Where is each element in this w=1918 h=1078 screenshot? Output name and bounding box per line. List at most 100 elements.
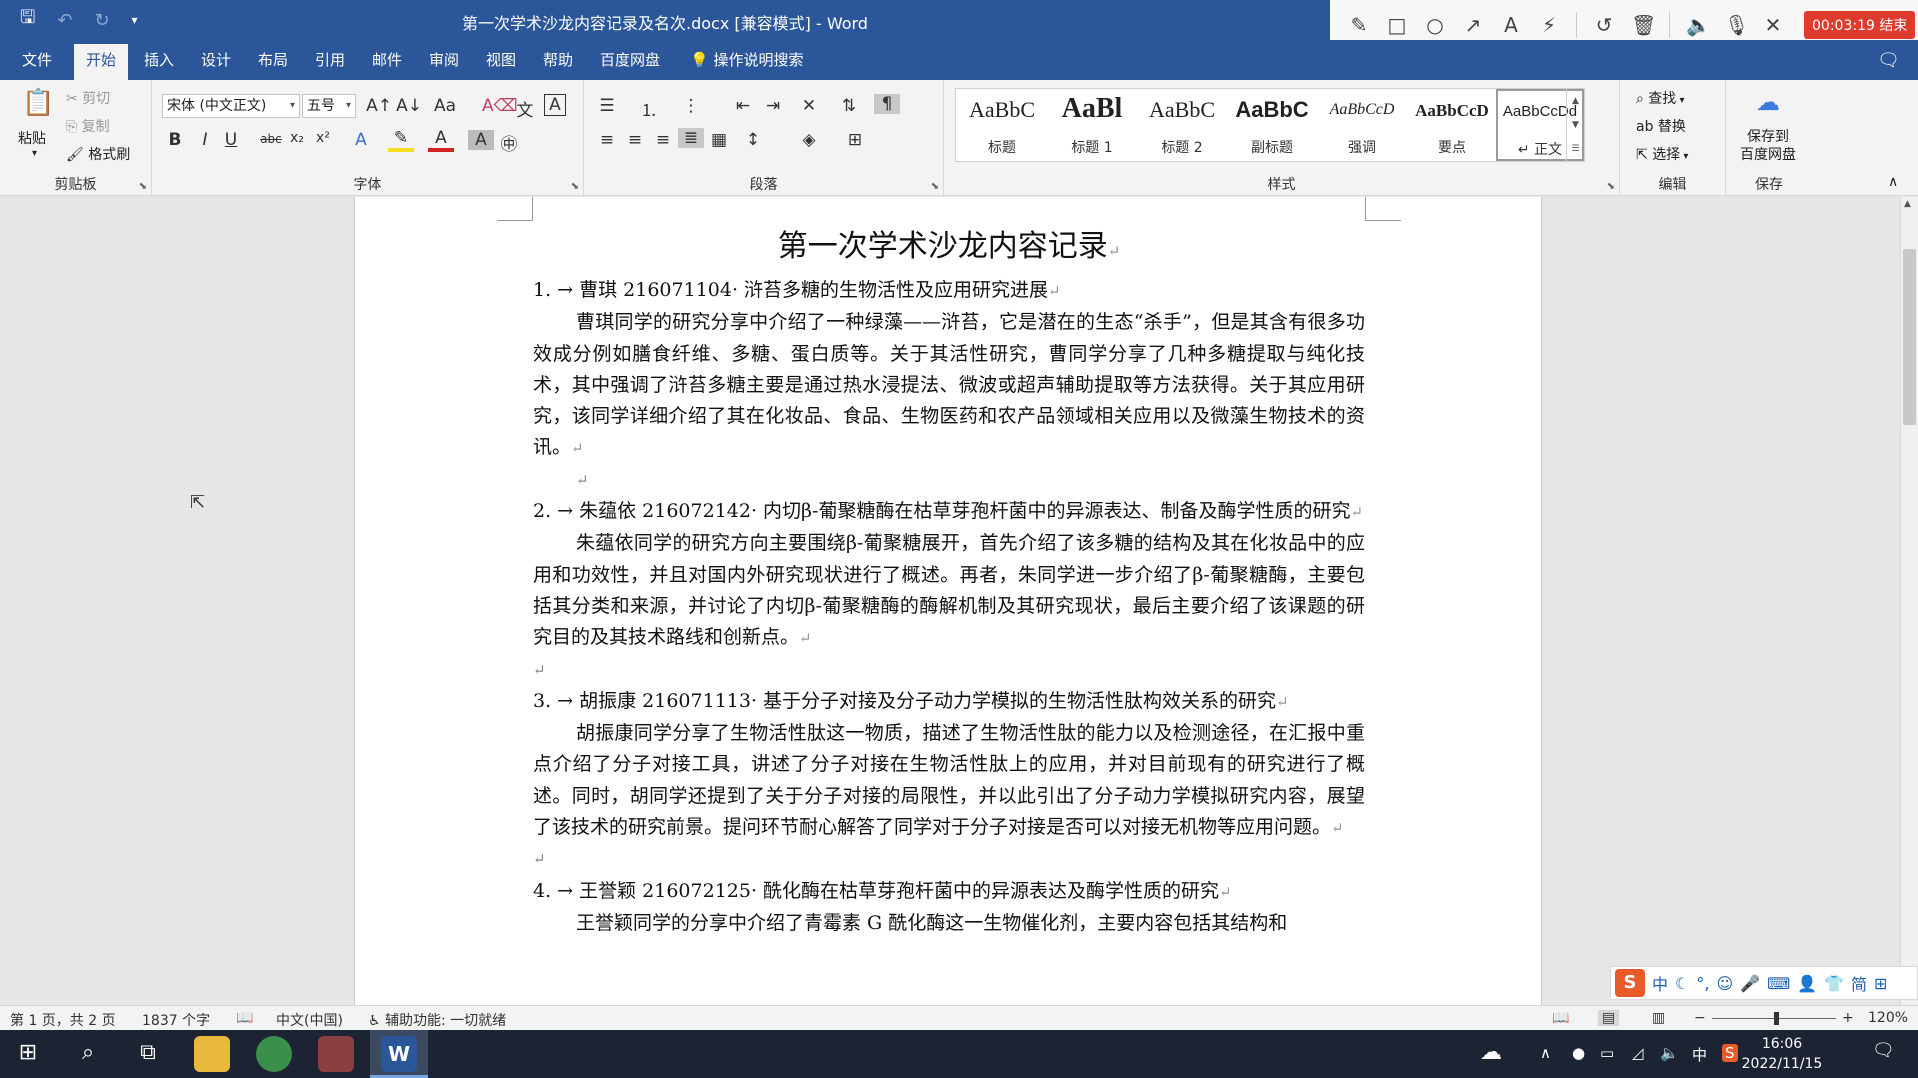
recording-timer-button[interactable]: 00:03:19 结束 — [1804, 10, 1916, 39]
print-layout-icon[interactable]: ▤ — [1598, 1010, 1620, 1026]
more-icon[interactable]: ☰ — [1567, 137, 1584, 161]
paste-button[interactable]: 粘贴 — [18, 128, 46, 148]
weather-icon[interactable]: ☁ — [1480, 1040, 1502, 1065]
trash-icon[interactable]: 🗑 — [1631, 13, 1656, 37]
battery-icon[interactable]: ▭ — [1600, 1044, 1614, 1062]
char-shading-icon[interactable]: A — [468, 130, 494, 150]
app-tray-icon[interactable]: ● — [1572, 1044, 1585, 1062]
font-color-icon[interactable]: A — [428, 128, 454, 152]
zoom-out-icon[interactable]: − — [1694, 1010, 1706, 1026]
microphone-icon[interactable]: 🎙 — [1724, 13, 1749, 37]
tab-view[interactable]: 视图 — [486, 40, 516, 80]
collapse-ribbon-icon[interactable]: ∧ — [1888, 174, 1898, 190]
bullets-icon[interactable]: ☰ — [594, 96, 620, 116]
superscript-button[interactable]: x² — [310, 130, 336, 146]
style-emphasis[interactable]: AaBbCcD 强调 — [1318, 89, 1406, 161]
format-painter-button[interactable]: 🖌 格式刷 — [66, 144, 130, 164]
sort-icon[interactable]: ⇅ — [836, 96, 862, 116]
line-spacing-icon[interactable]: ↕ — [740, 130, 766, 150]
notification-icon[interactable]: 🗨 — [1872, 1040, 1895, 1061]
browser-icon[interactable] — [256, 1036, 292, 1072]
grow-font-icon[interactable]: A↑ — [366, 96, 392, 116]
close-icon[interactable]: ✕ — [1762, 13, 1784, 37]
simplified-icon[interactable]: 简 — [1851, 971, 1867, 995]
task-view-icon[interactable]: ⧉ — [128, 1040, 168, 1065]
save-to-netdisk-button[interactable]: 保存到 百度网盘 — [1740, 128, 1796, 164]
emoji-icon[interactable]: ☺ — [1716, 974, 1733, 993]
cloud-icon[interactable]: ☁ — [1756, 88, 1780, 116]
numbering-icon[interactable]: ⒈ — [636, 96, 662, 121]
zoom-in-icon[interactable]: + — [1842, 1010, 1854, 1026]
show-marks-icon[interactable]: ¶ — [874, 94, 900, 114]
text-effects-icon[interactable]: A — [348, 130, 374, 150]
chevron-down-icon[interactable]: ▾ — [32, 148, 37, 159]
dialog-launcher-icon[interactable]: ⬊ — [931, 181, 939, 192]
bold-button[interactable]: B — [162, 130, 188, 150]
font-size-combo[interactable]: 五号 ▾ — [302, 94, 356, 118]
skin-icon[interactable]: 👕 — [1824, 974, 1844, 993]
style-heading-1[interactable]: AaBl 标题 1 — [1048, 89, 1136, 161]
circle-icon[interactable]: ○ — [1424, 13, 1446, 37]
replace-button[interactable]: ab 替换 — [1636, 116, 1686, 136]
tab-references[interactable]: 引用 — [315, 40, 345, 80]
distributed-icon[interactable]: ▦ — [706, 130, 732, 150]
align-center-icon[interactable]: ≡ — [622, 130, 648, 150]
style-title[interactable]: AaBbC 标题 — [958, 89, 1046, 161]
accessibility-status[interactable]: ♿ 辅助功能: 一切就绪 — [368, 1010, 506, 1030]
magic-wand-icon[interactable]: ⚡ — [1538, 13, 1560, 37]
network-icon[interactable]: ◿ — [1632, 1044, 1644, 1062]
shrink-font-icon[interactable]: A↓ — [396, 96, 422, 116]
multilevel-list-icon[interactable]: ⋮ — [678, 96, 704, 116]
windows-start-icon[interactable]: ⊞ — [8, 1040, 48, 1065]
user-icon[interactable]: 👤 — [1797, 974, 1817, 993]
select-button[interactable]: ⇱ 选择 ▾ — [1636, 144, 1688, 164]
dialog-launcher-icon[interactable]: ⬊ — [1607, 181, 1615, 192]
moon-icon[interactable]: ☾ — [1675, 974, 1689, 993]
find-button[interactable]: ⌕ 查找 ▾ — [1636, 88, 1685, 108]
rotate-icon[interactable]: ↺ — [1593, 13, 1615, 37]
comments-icon[interactable]: 🗨 — [1877, 50, 1900, 71]
tab-baidu-netdisk[interactable]: 百度网盘 — [600, 40, 660, 80]
strikethrough-button[interactable]: abc — [258, 132, 284, 146]
justify-icon[interactable]: ≣ — [678, 128, 704, 148]
chevron-down-icon[interactable]: ▼ — [1567, 113, 1584, 137]
dialog-launcher-icon[interactable]: ⬊ — [571, 181, 579, 192]
cut-button[interactable]: ✂ 剪切 — [66, 88, 110, 108]
speaker-icon[interactable]: 🔈 — [1686, 13, 1711, 37]
tab-help[interactable]: 帮助 — [543, 40, 573, 80]
style-gallery-scroll[interactable]: ▲ ▼ ☰ — [1566, 89, 1584, 161]
web-layout-icon[interactable]: ▥ — [1652, 1010, 1665, 1026]
ime-indicator[interactable]: 中 — [1692, 1044, 1707, 1065]
paste-icon[interactable]: 📋 — [22, 88, 54, 118]
zoom-thumb[interactable] — [1774, 1012, 1779, 1025]
vertical-scrollbar[interactable]: ▲ — [1900, 197, 1918, 1005]
file-explorer-icon[interactable] — [194, 1036, 230, 1072]
rectangle-icon[interactable]: □ — [1386, 13, 1408, 37]
align-left-icon[interactable]: ≡ — [594, 130, 620, 150]
borders-icon[interactable]: ⊞ — [842, 130, 868, 150]
clock[interactable]: 16:06 2022/11/15 — [1734, 1034, 1830, 1074]
copy-button[interactable]: ⎘ 复制 — [66, 116, 110, 136]
scroll-thumb[interactable] — [1903, 249, 1916, 425]
grid-icon[interactable]: ⊞ — [1874, 974, 1887, 993]
font-name-combo[interactable]: 宋体 (中文正文) ▾ — [162, 94, 300, 118]
punctuation-icon[interactable]: °, — [1696, 974, 1709, 993]
enclose-char-icon[interactable]: ㊥ — [496, 130, 522, 155]
tab-mailings[interactable]: 邮件 — [372, 40, 402, 80]
style-heading-2[interactable]: AaBbC 标题 2 — [1138, 89, 1226, 161]
keyboard-icon[interactable]: ⌨ — [1767, 974, 1790, 993]
phonetic-guide-icon[interactable]: 文 — [512, 96, 538, 121]
chevron-up-icon[interactable]: ∧ — [1540, 1044, 1551, 1062]
tab-home[interactable]: 开始 — [74, 44, 129, 80]
clear-format-icon[interactable]: A⌫ — [482, 96, 518, 116]
read-mode-icon[interactable]: 📖 — [1552, 1010, 1569, 1026]
chinese-layout-icon[interactable]: ✕ — [796, 96, 822, 116]
chevron-up-icon[interactable]: ▲ — [1567, 89, 1584, 113]
search-icon[interactable]: ⌕ — [68, 1040, 108, 1065]
pencil-icon[interactable]: ✎ — [1348, 13, 1370, 37]
text-icon[interactable]: A — [1500, 13, 1522, 37]
tab-review[interactable]: 审阅 — [429, 40, 459, 80]
proofing-icon[interactable]: 📖 — [236, 1010, 253, 1026]
microphone-icon[interactable]: 🎤 — [1740, 974, 1760, 993]
sogou-logo-icon[interactable]: S — [1615, 969, 1645, 997]
